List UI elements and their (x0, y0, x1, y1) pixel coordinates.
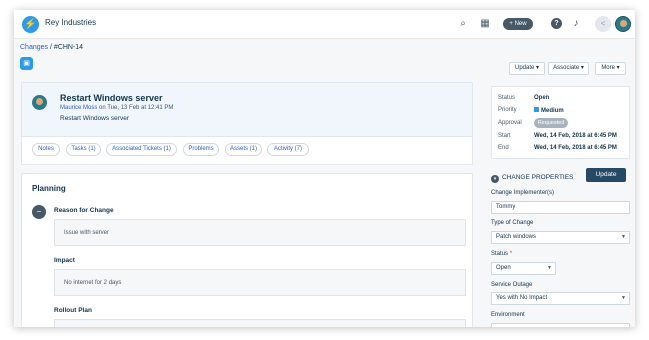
rollout-label: Rollout Plan (54, 307, 92, 314)
help-icon[interactable]: ? (551, 18, 562, 29)
rollout-field[interactable] (54, 319, 466, 327)
status-field-text: Status (491, 251, 509, 257)
minus-circle-icon[interactable]: − (32, 205, 46, 219)
type-of-change-label: Type of Change (491, 220, 534, 226)
approval-label: Approval (498, 120, 522, 126)
breadcrumb-current: #CHN-14 (53, 44, 84, 51)
tab-problems[interactable]: Problems (183, 143, 219, 156)
planning-heading: Planning (32, 184, 66, 193)
tab-tasks[interactable]: Tasks (1) (66, 143, 101, 156)
share-icon[interactable]: < (595, 16, 611, 32)
new-button[interactable]: + New (503, 18, 533, 30)
more-dropdown-button[interactable]: More ▾ (595, 62, 626, 75)
lightning-icon[interactable]: ⚡ (22, 16, 39, 33)
start-label: Start (498, 133, 511, 139)
change-title: Restart Windows server (60, 93, 163, 103)
update-dropdown-button[interactable]: Update ▾ (509, 62, 545, 75)
environment-select[interactable] (491, 323, 630, 327)
calendar-icon[interactable]: ▦ (479, 18, 491, 30)
change-properties-heading[interactable]: ▾ CHANGE PROPERTIES (491, 174, 573, 183)
bell-icon[interactable]: ♪ (570, 18, 582, 30)
service-outage-select[interactable]: Yes with No Impact ▼ (491, 292, 630, 305)
dropdown-caret-icon: ▼ (621, 234, 626, 240)
chevron-icon[interactable]: ▾ (491, 175, 499, 183)
user-avatar[interactable] (615, 16, 631, 32)
dropdown-caret-icon: ▼ (547, 265, 552, 271)
search-icon[interactable]: ⌕ (457, 18, 469, 30)
change-description: Restart Windows server (60, 115, 129, 122)
app-window: ⚡ Rey Industries ⌕ ▦ + New ? ♪ < Changes… (14, 10, 635, 327)
impact-label: Impact (54, 257, 75, 264)
status-label: Status (498, 95, 516, 101)
reason-label: Reason for Change (54, 207, 114, 214)
change-meta: Maurice Moss on Tue, 13 Feb at 12:41 PM (60, 105, 173, 111)
priority-label: Priority (498, 107, 517, 113)
environment-label: Environment (491, 312, 525, 318)
change-properties-title: CHANGE PROPERTIES (502, 174, 574, 181)
breadcrumb-changes-link[interactable]: Changes (20, 44, 48, 51)
type-of-change-value: Patch windows (496, 234, 537, 240)
author-link[interactable]: Maurice Moss (60, 105, 97, 111)
tab-assets[interactable]: Assets (1) (225, 143, 262, 156)
service-outage-value: Yes with No Impact (496, 295, 548, 301)
change-properties-panel: ▾ CHANGE PROPERTIES Update Change Impleme… (491, 168, 630, 327)
brand-name: Rey Industries (45, 18, 97, 27)
update-properties-button[interactable]: Update (586, 168, 626, 182)
requester-avatar (32, 95, 47, 110)
tab-notes[interactable]: Notes (32, 143, 60, 156)
implementer-input[interactable]: Tommy (491, 201, 630, 214)
type-of-change-select[interactable]: Patch windows ▼ (491, 231, 630, 244)
required-marker: * (509, 251, 513, 257)
priority-text: Medium (541, 108, 564, 114)
start-value: Wed, 14 Feb, 2018 at 6:45 PM (534, 133, 617, 139)
tabs-bar: Notes Tasks (1) Associated Tickets (1) P… (21, 137, 473, 165)
change-type-icon: ▣ (20, 57, 33, 70)
associate-dropdown-button[interactable]: Associate ▾ (548, 62, 589, 75)
change-header-card: Restart Windows server Maurice Moss on T… (21, 82, 473, 137)
priority-value: Medium (534, 107, 634, 114)
change-summary-card: Status Open Priority Medium Approval Req… (491, 86, 630, 159)
created-time: on Tue, 13 Feb at 12:41 PM (97, 105, 174, 111)
breadcrumb: Changes / #CHN-14 (20, 44, 83, 51)
top-navigation-bar: ⚡ Rey Industries ⌕ ▦ + New ? ♪ < (14, 10, 635, 39)
approval-status-badge: Requested (534, 118, 568, 128)
tab-activity[interactable]: Activity (7) (267, 143, 309, 156)
service-outage-label: Service Outage (491, 282, 533, 288)
reason-field[interactable]: Issue with server (54, 219, 466, 246)
status-select[interactable]: Open ▼ (491, 262, 556, 275)
planning-section: Planning − Reason for Change Issue with … (21, 173, 473, 327)
status-field-label: Status * (491, 251, 512, 257)
implementer-label: Change Implementer(s) (491, 190, 555, 196)
dropdown-caret-icon: ▼ (621, 295, 626, 301)
status-select-value: Open (496, 265, 511, 271)
tab-associated-tickets[interactable]: Associated Tickets (1) (106, 143, 177, 156)
impact-field[interactable]: No internet for 2 days (54, 269, 466, 296)
priority-color-swatch (534, 107, 539, 112)
status-value: Open (534, 95, 550, 101)
end-label: End (498, 145, 509, 151)
end-value: Wed, 14 Feb, 2018 at 6:45 PM (534, 145, 617, 151)
